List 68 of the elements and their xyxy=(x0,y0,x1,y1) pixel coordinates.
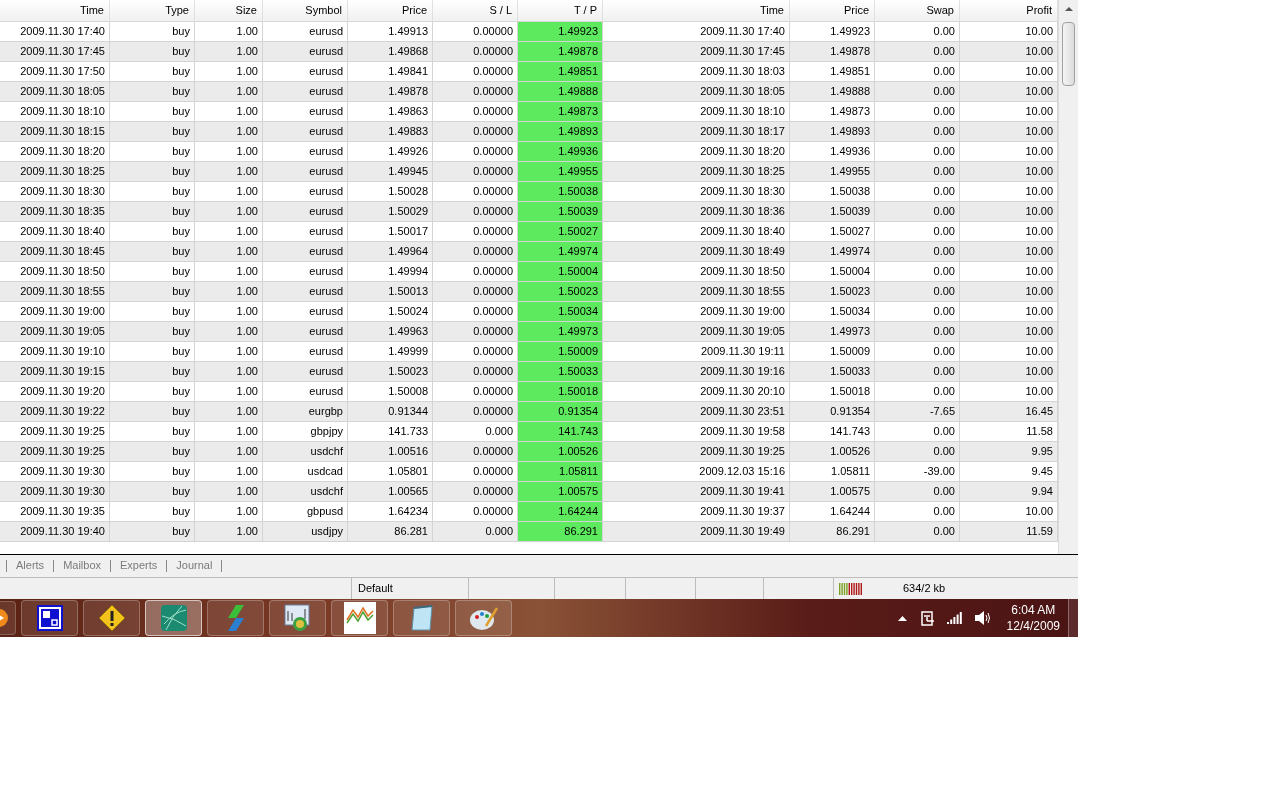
taskbar-button[interactable] xyxy=(455,600,512,636)
connection-bars-icon xyxy=(839,582,863,595)
column-header[interactable]: S / L xyxy=(433,0,518,21)
power-plug-icon[interactable] xyxy=(919,609,936,627)
table-cell: 1.50023 xyxy=(518,282,603,302)
table-cell: 1.49893 xyxy=(518,122,603,142)
taskbar-button[interactable] xyxy=(21,600,78,636)
table-cell: 86.291 xyxy=(790,522,875,542)
table-cell: 1.00575 xyxy=(518,482,603,502)
signal-bars-icon[interactable] xyxy=(946,612,963,624)
column-header[interactable]: Profit xyxy=(960,0,1058,21)
table-cell: 1.49873 xyxy=(518,102,603,122)
column-header[interactable]: Symbol xyxy=(263,0,348,21)
table-cell: 1.05811 xyxy=(518,462,603,482)
table-cell: buy xyxy=(110,522,195,542)
table-cell: 1.50009 xyxy=(518,342,603,362)
panel-tab[interactable]: Experts xyxy=(111,557,167,574)
table-cell: 1.49923 xyxy=(518,22,603,42)
table-cell: 1.50027 xyxy=(518,222,603,242)
table-cell: 141.743 xyxy=(518,422,603,442)
table-cell: 1.49973 xyxy=(518,322,603,342)
table-cell: usdjpy xyxy=(263,522,348,542)
taskbar-button[interactable] xyxy=(83,600,140,636)
table-cell: 1.49936 xyxy=(518,142,603,162)
table-cell: 1.49955 xyxy=(518,162,603,182)
column-header[interactable]: Price xyxy=(790,0,875,21)
table-cell: 0.00 xyxy=(875,522,960,542)
scroll-up-icon[interactable] xyxy=(1064,6,1073,12)
table-cell: 1.50038 xyxy=(518,182,603,202)
speaker-icon[interactable] xyxy=(973,610,992,626)
column-header[interactable]: Time xyxy=(603,0,790,21)
traffic-counter: 634/2 kb xyxy=(903,581,946,597)
table-cell: 1.49888 xyxy=(518,82,603,102)
column-header[interactable]: Size xyxy=(195,0,263,21)
show-hidden-icon[interactable] xyxy=(897,615,907,621)
table-cell: 1.49974 xyxy=(518,242,603,262)
chart-window-icon xyxy=(282,603,313,633)
table-cell: 86.281 xyxy=(348,522,433,542)
clock[interactable]: 6:04 AM 12/4/2009 xyxy=(1006,602,1060,634)
mountain-logo-icon xyxy=(343,602,376,634)
panel-tab[interactable]: Mailbox xyxy=(54,557,111,574)
column-header[interactable]: Swap xyxy=(875,0,960,21)
table-cell: 1.50004 xyxy=(518,262,603,282)
table-cell: 2009.11.30 19:49 xyxy=(603,522,790,542)
table-cell: 1.50033 xyxy=(518,362,603,382)
table-cell: 86.291 xyxy=(518,522,603,542)
window-icon xyxy=(35,604,64,632)
panel-tab[interactable]: Alerts xyxy=(7,557,54,574)
table-cell: 1.64244 xyxy=(518,502,603,522)
table-cell: 0.91354 xyxy=(518,402,603,422)
warning-icon xyxy=(96,603,127,633)
taskbar-button[interactable] xyxy=(331,600,388,636)
table-cell: 1.00 xyxy=(195,522,263,542)
table-cell: 1.50039 xyxy=(518,202,603,222)
panel-tab[interactable]: Journal xyxy=(167,557,222,574)
column-header[interactable]: Time xyxy=(0,0,110,21)
column-header[interactable]: T / P xyxy=(518,0,603,21)
globe-icon xyxy=(159,604,188,632)
table-cell: 1.00526 xyxy=(518,442,603,462)
taskbar-button[interactable] xyxy=(393,600,450,636)
taskbar-button[interactable] xyxy=(269,600,326,636)
table-cell: 1.50034 xyxy=(518,302,603,322)
table-cell: 1.50018 xyxy=(518,382,603,402)
table-cell: 1.49878 xyxy=(518,42,603,62)
table-cell: 2009.11.30 19:40 xyxy=(0,522,110,542)
table-cell: 1.49851 xyxy=(518,62,603,82)
column-header[interactable]: Type xyxy=(110,0,195,21)
column-header[interactable]: Price xyxy=(348,0,433,21)
